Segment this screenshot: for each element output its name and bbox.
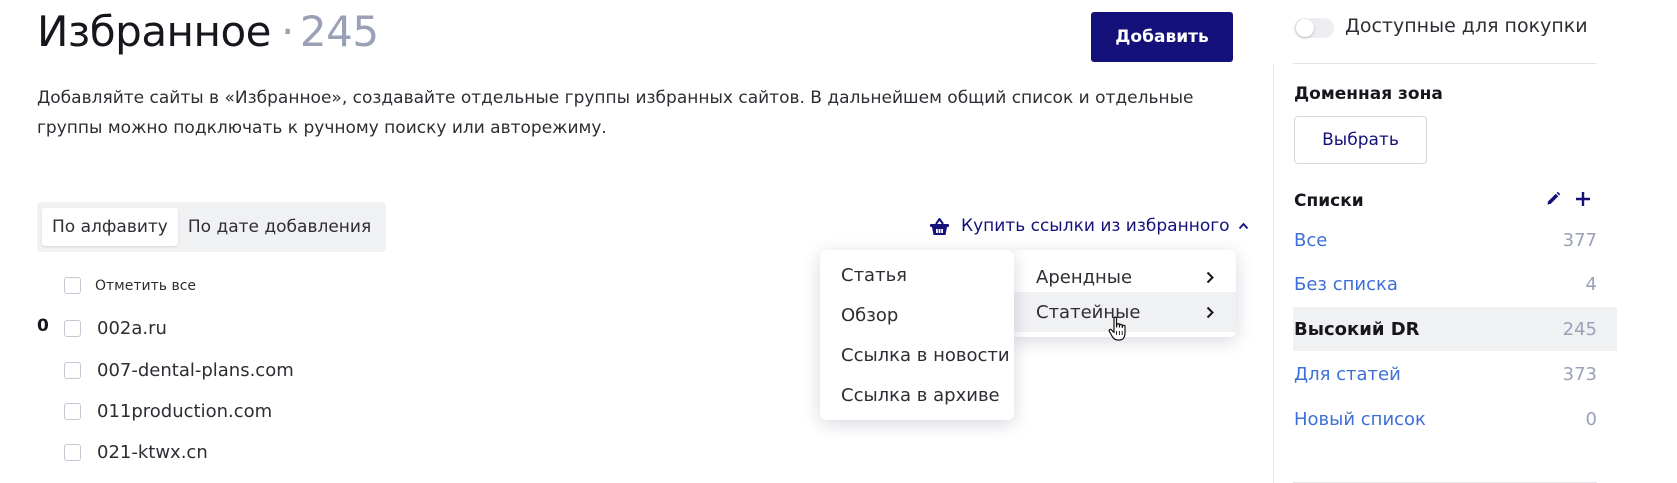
domain-name[interactable]: 007-dental-plans.com [97,360,294,381]
sidebar-list-for-articles[interactable]: Для статей 373 [1293,352,1617,396]
group-number: 0 [37,316,49,336]
sidebar-list-all[interactable]: Все 377 [1293,218,1617,262]
sort-alphabet-button[interactable]: По алфавиту [42,208,178,246]
list-name: Для статей [1294,363,1401,385]
buy-links-dropdown-toggle[interactable]: Купить ссылки из избранного [930,216,1249,236]
chevron-right-icon [1206,306,1214,319]
sort-date-button[interactable]: По дате добавления [178,208,381,246]
select-all-checkbox[interactable] [64,277,81,294]
list-count: 4 [1585,273,1597,295]
chevron-right-icon [1206,271,1214,284]
domain-name[interactable]: 021-ktwx.cn [97,442,208,463]
sidebar-list-new[interactable]: Новый список 0 [1293,397,1617,441]
select-all-label: Отметить все [95,277,197,294]
submenu-item-review[interactable]: Обзор [841,305,898,326]
sidebar-divider [1273,64,1274,483]
plus-icon[interactable] [1575,191,1591,207]
domain-name[interactable]: 002a.ru [97,318,167,339]
domain-zone-heading: Доменная зона [1294,84,1443,104]
list-count: 377 [1562,229,1597,251]
submenu-item-archive-link[interactable]: Ссылка в архиве [841,385,1000,406]
chevron-up-icon [1238,222,1248,230]
page-title: Избранное · 245 [37,6,379,58]
choose-domain-zone-button[interactable]: Выбрать [1294,116,1427,164]
menu-item-label: Арендные [1036,266,1133,288]
list-item: 002a.ru [64,318,167,339]
purchase-available-toggle[interactable] [1294,18,1334,38]
page-title-text: Избранное [37,7,272,56]
domain-checkbox[interactable] [64,444,81,461]
list-count: 0 [1585,408,1597,430]
add-button[interactable]: Добавить [1091,12,1233,62]
list-name: Без списка [1294,273,1398,295]
domain-name[interactable]: 011production.com [97,401,272,422]
sidebar-separator [1293,63,1597,64]
sort-switcher: По алфавиту По дате добавления [37,202,387,252]
page-description: Добавляйте сайты в «Избранное», создавай… [37,88,1194,138]
list-item: 021-ktwx.cn [64,442,208,463]
article-submenu: Статья Обзор Ссылка в новости Ссылка в а… [820,250,1014,420]
list-name: Все [1294,229,1328,251]
list-item: 007-dental-plans.com [64,360,294,381]
lists-heading: Списки [1294,191,1364,211]
list-count: 245 [1562,318,1597,340]
domain-checkbox[interactable] [64,320,81,337]
list-count: 373 [1562,363,1597,385]
pencil-icon[interactable] [1546,191,1561,206]
hand-cursor-icon [1108,316,1126,341]
menu-item-rental[interactable]: Арендные [1012,257,1236,297]
sidebar-list-no-list[interactable]: Без списка 4 [1293,262,1617,306]
toggle-knob [1296,19,1314,37]
basket-icon [930,217,949,235]
domain-checkbox[interactable] [64,362,81,379]
title-separator: · [281,7,294,56]
favorites-count: 245 [299,7,379,56]
list-name: Новый список [1294,408,1426,430]
submenu-item-news-link[interactable]: Ссылка в новости [841,345,1010,366]
buy-links-label: Купить ссылки из избранного [961,216,1230,236]
select-all: Отметить все [64,277,196,294]
purchase-available-label: Доступные для покупки [1345,15,1588,37]
list-item: 011production.com [64,401,272,422]
list-name: Высокий DR [1294,318,1420,340]
domain-checkbox[interactable] [64,403,81,420]
submenu-item-article[interactable]: Статья [841,265,907,286]
sidebar-list-high-dr[interactable]: Высокий DR 245 [1293,307,1617,351]
